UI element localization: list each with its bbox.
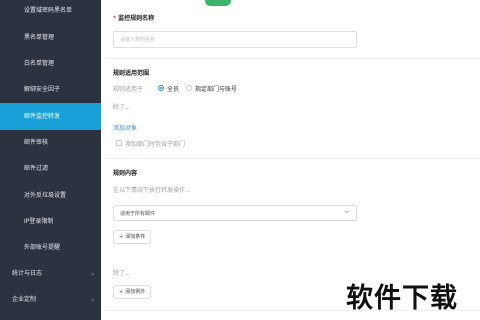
sidebar-item-label: 解绑安全因子 (24, 86, 61, 93)
section-divider (105, 158, 480, 159)
content-hint: 在以下情况下执行转发操作... (113, 187, 191, 194)
rule-name-input[interactable]: 请输入规则名称 (113, 31, 357, 48)
except-label: 除了... (113, 104, 131, 111)
include-sub-checkbox[interactable] (116, 140, 122, 146)
sidebar-item-unbind-security-factor[interactable]: 解绑安全因子 (0, 76, 101, 103)
sidebar-item-mail-filter[interactable]: 邮件过滤 (0, 155, 101, 182)
include-sub-label[interactable]: 添加部门时包含子部门 (125, 139, 185, 148)
condition-select[interactable]: 适用于所有邮件 (113, 205, 357, 221)
add-condition-label: 添加条件 (125, 234, 146, 240)
chevron-down-icon (344, 210, 350, 214)
rule-name-label-text: 监控规则名称 (118, 15, 155, 22)
sidebar: 设置域密码黑名单 黑名单管理 白名单管理 解绑安全因子 邮件监控转发 邮件审核 … (0, 0, 101, 320)
sidebar-item-stats-logs[interactable]: 统计与日志 ⌄ (0, 260, 101, 287)
radio-all-label[interactable]: 全员 (167, 84, 179, 93)
radio-all[interactable] (158, 85, 164, 91)
watermark: 软件下载 (346, 283, 458, 314)
scope-label: 规则适用于 (113, 86, 144, 93)
content-section-title: 规则内容 (113, 170, 138, 177)
rule-name-label: * 监控规则名称 (113, 13, 154, 22)
rule-name-placeholder: 请输入规则名称 (120, 37, 156, 43)
sidebar-item-mail-review[interactable]: 邮件审核 (0, 129, 101, 156)
sidebar-item-label: 邮件过滤 (24, 165, 49, 172)
add-exception-label: 添加例外 (125, 289, 146, 295)
chevron-down-icon: ⌄ (89, 296, 95, 303)
sidebar-item-label: 设置域密码黑名单 (24, 7, 73, 14)
add-exception-button[interactable]: + 添加例外 (113, 285, 152, 299)
except-label-2: 除了... (113, 270, 131, 277)
sidebar-item-label: IP登录限制 (24, 218, 54, 225)
sidebar-item-mail-monitor-forward[interactable]: 邮件监控转发 (0, 103, 101, 130)
plus-icon: + (119, 234, 124, 240)
sidebar-item-label: 对外反垃圾设置 (24, 192, 67, 199)
sidebar-item-label: 邮件审核 (24, 139, 49, 146)
add-object-link[interactable]: 添加对象 (113, 123, 137, 132)
add-condition-button[interactable]: + 添加条件 (113, 230, 152, 244)
required-mark: * (113, 15, 117, 22)
sidebar-item-ip-login-limit[interactable]: IP登录限制 (0, 208, 101, 235)
scope-section-title: 规则适用范围 (113, 70, 150, 77)
condition-select-value: 适用于所有邮件 (120, 211, 156, 217)
sidebar-item-label: 白名单管理 (24, 60, 55, 67)
plus-icon: + (119, 289, 124, 295)
radio-specific[interactable] (186, 85, 192, 91)
sidebar-item-label: 企业定制 (12, 296, 37, 303)
sidebar-item-domain-password-blacklist[interactable]: 设置域密码黑名单 (0, 0, 101, 24)
sidebar-item-enterprise-custom[interactable]: 企业定制 ⌄ (0, 286, 101, 313)
sidebar-item-label: 黑名单管理 (24, 34, 55, 41)
sidebar-item-whitelist[interactable]: 白名单管理 (0, 50, 101, 77)
sidebar-item-anti-spam[interactable]: 对外反垃圾设置 (0, 182, 101, 209)
radio-specific-label[interactable]: 指定部门与账号 (195, 84, 237, 93)
sidebar-item-label: 外部账号提醒 (24, 244, 61, 251)
chevron-down-icon: ⌄ (89, 270, 95, 277)
toggle-switch[interactable] (205, 0, 231, 6)
section-divider (105, 58, 480, 59)
sidebar-item-label: 邮件监控转发 (24, 113, 61, 120)
sidebar-item-blacklist[interactable]: 黑名单管理 (0, 24, 101, 51)
sidebar-item-label: 统计与日志 (12, 270, 43, 277)
sidebar-item-external-account-reminder[interactable]: 外部账号提醒 (0, 234, 101, 261)
